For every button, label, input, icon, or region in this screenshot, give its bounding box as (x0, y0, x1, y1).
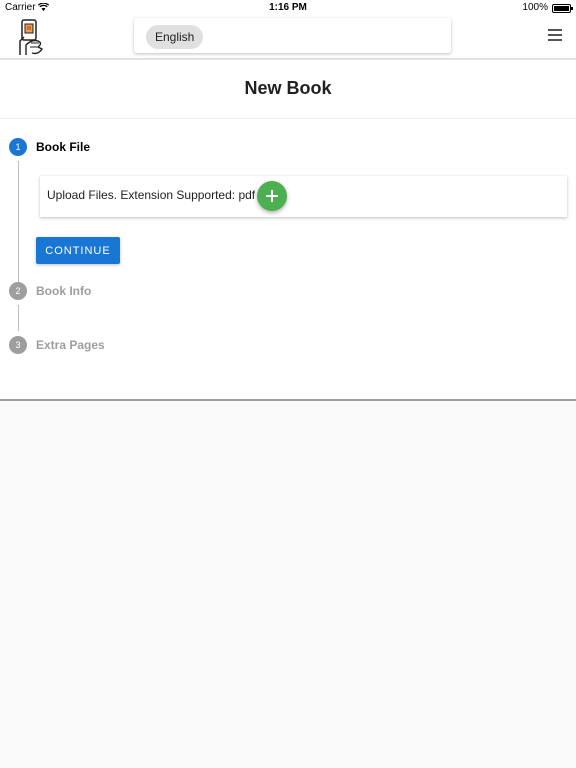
book-hand-logo-icon[interactable] (16, 19, 46, 55)
empty-content-area (0, 401, 576, 768)
continue-button[interactable]: CONTINUE (36, 237, 120, 264)
step-2-label[interactable]: Book Info (36, 284, 91, 298)
clock: 1:16 PM (269, 2, 307, 13)
step-2-connector (18, 305, 19, 331)
add-file-button[interactable] (257, 181, 287, 211)
battery-icon (552, 4, 573, 13)
step-1-label[interactable]: Book File (36, 140, 90, 154)
language-selector[interactable]: English (134, 18, 451, 53)
title-divider (0, 118, 576, 119)
step-3-label[interactable]: Extra Pages (36, 338, 105, 352)
status-bar: Carrier 1:16 PM 100% (0, 0, 576, 16)
upload-files-text: Upload Files. Extension Supported: pdf (47, 188, 256, 202)
upload-files-box: Upload Files. Extension Supported: pdf (40, 176, 567, 217)
battery-percent: 100% (522, 2, 548, 13)
step-2-number-icon[interactable]: 2 (9, 282, 27, 300)
hamburger-menu-icon[interactable] (548, 29, 562, 41)
new-book-card: New Book 1 Book File Upload Files. Exten… (0, 60, 576, 401)
language-chip-english[interactable]: English (146, 25, 204, 49)
step-1-connector (18, 161, 19, 285)
plus-icon (266, 190, 278, 202)
step-1-number-icon[interactable]: 1 (9, 138, 27, 156)
page-title: New Book (244, 78, 332, 98)
step-3-number-icon[interactable]: 3 (9, 336, 27, 354)
app-bar: English (0, 16, 576, 59)
